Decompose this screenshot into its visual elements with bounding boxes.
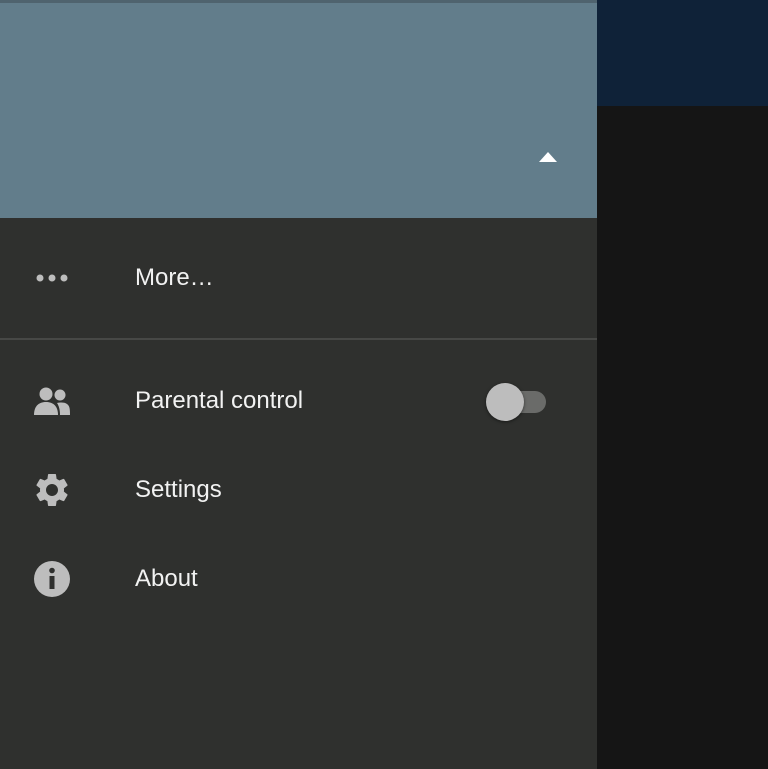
account-toggle-button[interactable] bbox=[528, 137, 568, 177]
screen: More… Parental control Settings About bbox=[0, 0, 768, 769]
menu-item-about[interactable]: About bbox=[0, 539, 597, 619]
info-icon bbox=[28, 555, 76, 603]
gear-icon bbox=[28, 466, 76, 514]
menu-item-label: Settings bbox=[135, 476, 222, 503]
menu-item-label: About bbox=[135, 565, 198, 592]
navigation-drawer: More… Parental control Settings About bbox=[0, 0, 597, 769]
triangle-up-icon bbox=[539, 152, 557, 162]
menu-item-label: More… bbox=[135, 264, 214, 291]
menu-item-parental-control[interactable]: Parental control bbox=[0, 361, 597, 441]
menu-item-settings[interactable]: Settings bbox=[0, 450, 597, 530]
parental-control-switch[interactable] bbox=[486, 381, 548, 421]
menu-item-more[interactable]: More… bbox=[0, 238, 597, 318]
drawer-header bbox=[0, 0, 597, 218]
menu-item-label: Parental control bbox=[135, 387, 304, 414]
switch-thumb bbox=[486, 383, 524, 421]
more-dots-icon bbox=[28, 254, 76, 302]
people-icon bbox=[28, 377, 76, 425]
divider bbox=[0, 338, 597, 340]
